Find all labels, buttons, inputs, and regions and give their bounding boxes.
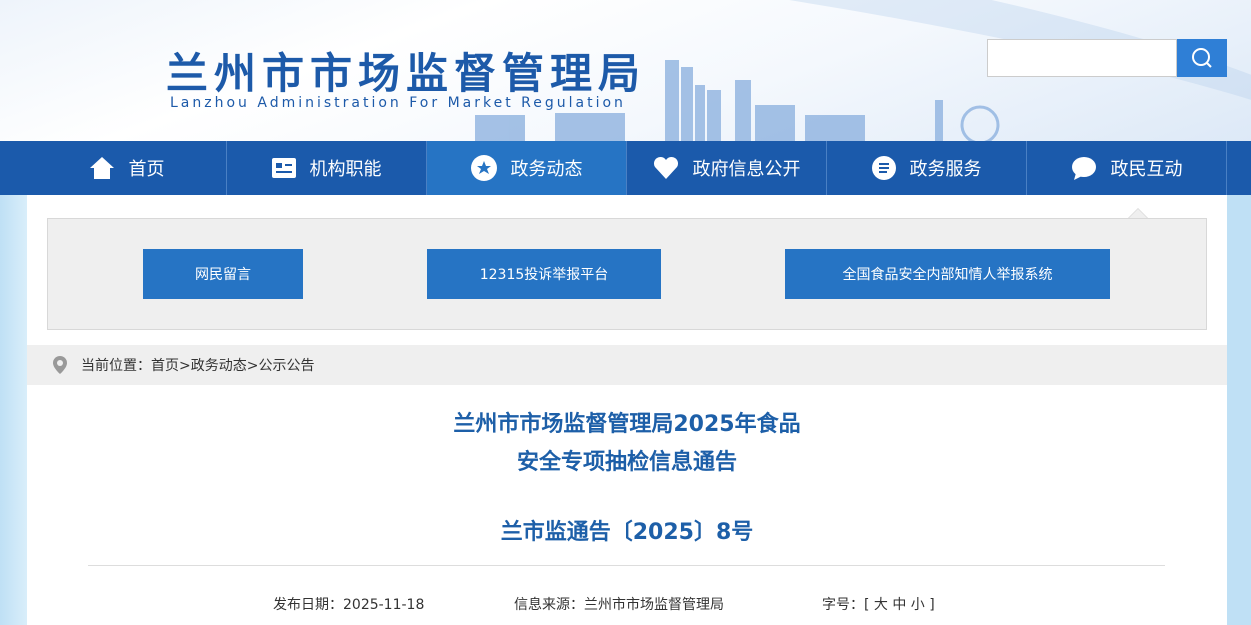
search-box <box>987 39 1227 77</box>
search-icon <box>1192 48 1212 68</box>
site-header: 兰州市市场监督管理局 Lanzhou Administration For Ma… <box>0 0 1251 141</box>
quick-link-12315-complaint[interactable]: 12315投诉举报平台 <box>427 249 661 299</box>
breadcrumb: 当前位置：首页>政务动态>公示公告 <box>27 345 1227 385</box>
font-size-selector[interactable]: 字号：[ 大 中 小 ] <box>822 594 935 614</box>
heart-icon <box>653 156 678 179</box>
nav-label: 政务动态 <box>510 159 583 180</box>
divider <box>88 565 1165 566</box>
quick-link-netizen-message[interactable]: 网民留言 <box>143 249 303 299</box>
article-title-line2: 安全专项抽检信息通告 <box>516 450 737 475</box>
nav-label: 首页 <box>128 159 165 180</box>
id-card-icon <box>271 158 296 178</box>
nav-home[interactable]: 首页 <box>27 141 227 195</box>
document-number: 兰市监通告〔2025〕8号 <box>500 520 754 545</box>
nav-label: 政民互动 <box>1110 159 1183 180</box>
chat-icon <box>1071 157 1096 180</box>
quick-links-panel: 网民留言 12315投诉举报平台 全国食品安全内部知情人举报系统 <box>47 218 1207 330</box>
nav-functions[interactable]: 机构职能 <box>227 141 427 195</box>
breadcrumb-text[interactable]: 当前位置：首页>政务动态>公示公告 <box>81 355 314 375</box>
nav-label: 机构职能 <box>309 159 382 180</box>
info-source: 信息来源：兰州市市场监督管理局 <box>514 597 724 613</box>
article-title-line1: 兰州市市场监督管理局2025年食品 <box>453 412 801 437</box>
home-icon <box>89 157 114 179</box>
star-icon <box>470 155 497 181</box>
list-icon <box>871 156 896 180</box>
publish-date: 发布日期：2025-11-18 <box>273 597 425 613</box>
nav-services[interactable]: 政务服务 <box>827 141 1027 195</box>
nav-disclosure[interactable]: 政府信息公开 <box>627 141 827 195</box>
nav-label: 政府信息公开 <box>692 159 801 180</box>
skyline-illustration <box>475 60 1000 141</box>
location-pin-icon <box>53 356 67 374</box>
nav-news[interactable]: 政务动态 <box>427 141 627 195</box>
main-nav: 首页 机构职能 政务动态 政府信息公开 政务服务 政民互动 <box>0 141 1251 195</box>
quick-link-food-safety-report[interactable]: 全国食品安全内部知情人举报系统 <box>785 249 1110 299</box>
submenu-pointer <box>1128 208 1148 218</box>
search-button[interactable] <box>1177 39 1227 77</box>
search-input[interactable] <box>987 39 1177 77</box>
nav-label: 政务服务 <box>909 159 982 180</box>
nav-interaction[interactable]: 政民互动 <box>1027 141 1227 195</box>
